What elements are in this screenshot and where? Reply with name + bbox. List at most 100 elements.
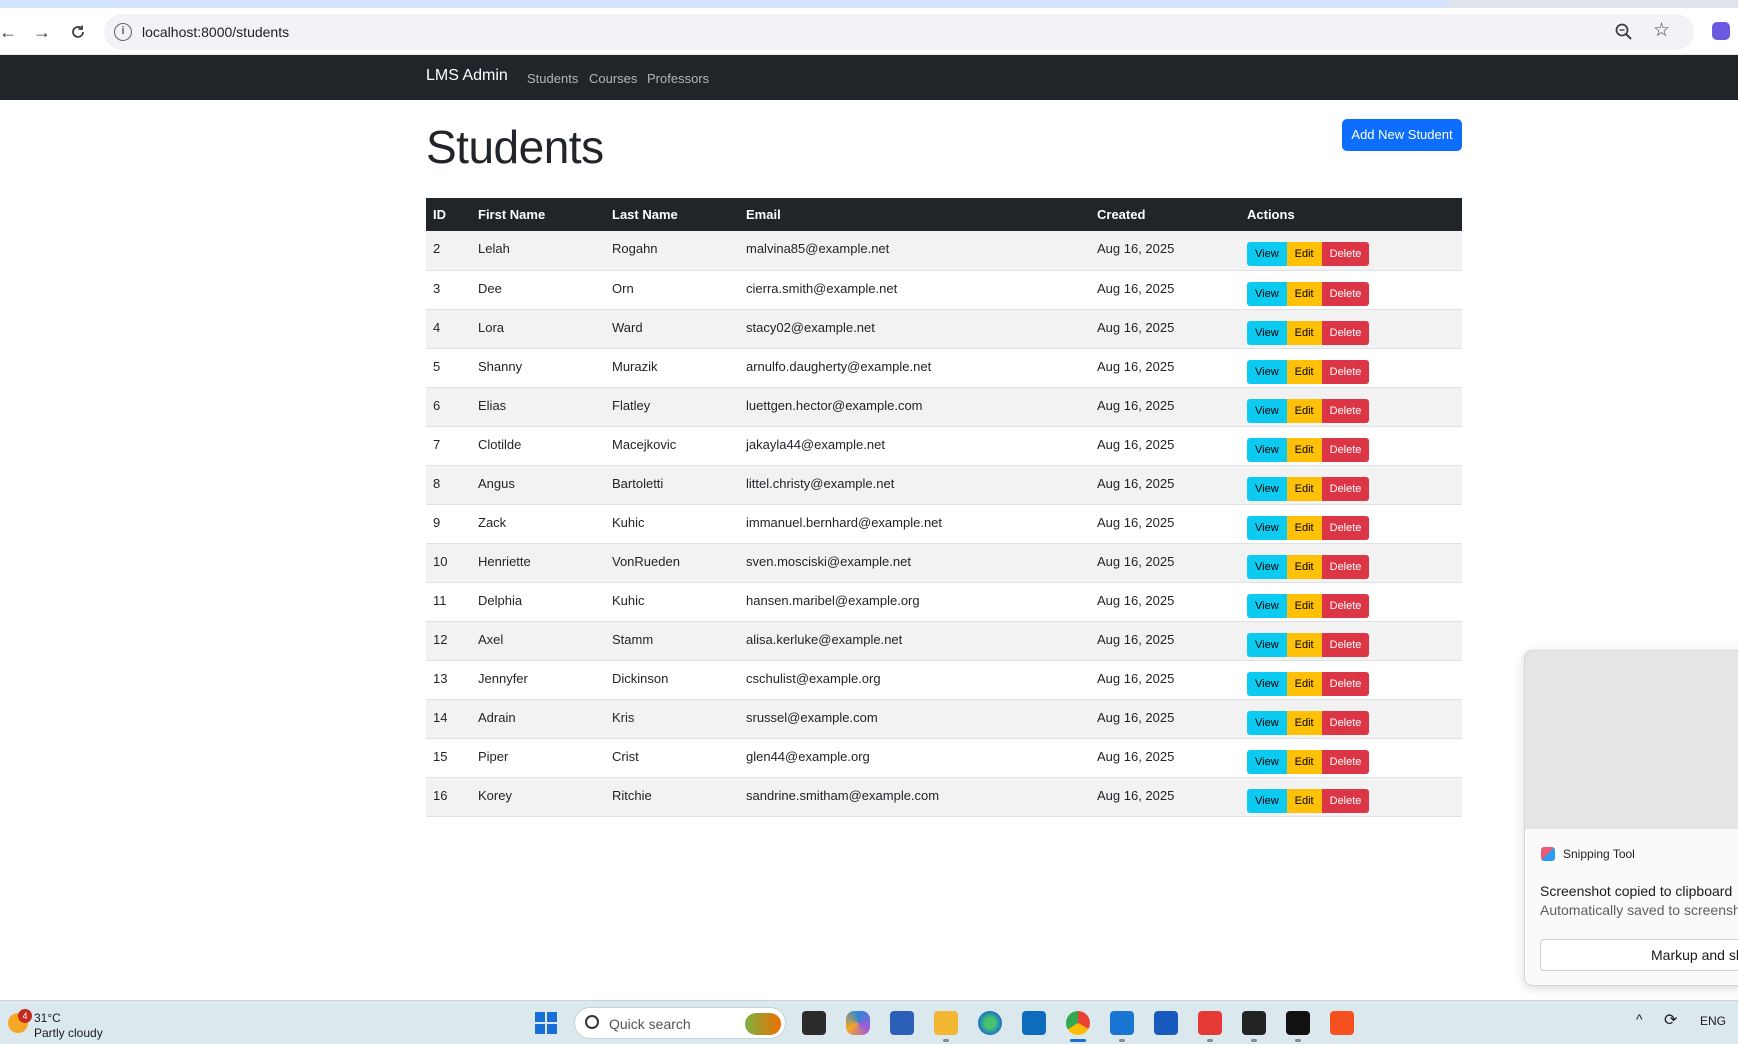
zoom-icon[interactable]: [1614, 22, 1634, 42]
word-icon[interactable]: [1154, 1011, 1178, 1035]
chevron-up-icon[interactable]: ^: [1636, 1011, 1643, 1027]
edit-button[interactable]: Edit: [1286, 476, 1322, 501]
cell-created: Aug 16, 2025: [1090, 270, 1240, 310]
nav-link-professors[interactable]: Professors: [647, 71, 709, 86]
language-indicator[interactable]: ENG: [1700, 1014, 1726, 1028]
cell-first-name: Angus: [471, 465, 605, 505]
edit-button[interactable]: Edit: [1286, 632, 1322, 657]
active-tab[interactable]: [0, 0, 1448, 8]
weather-condition: Partly cloudy: [34, 1026, 103, 1040]
cell-first-name: Dee: [471, 270, 605, 310]
view-button[interactable]: View: [1247, 437, 1287, 462]
view-button[interactable]: View: [1247, 320, 1287, 345]
cell-id: 12: [426, 621, 471, 661]
view-button[interactable]: View: [1247, 593, 1287, 618]
edit-button[interactable]: Edit: [1286, 515, 1322, 540]
delete-button[interactable]: Delete: [1321, 398, 1370, 423]
edit-button[interactable]: Edit: [1286, 554, 1322, 579]
chrome-icon[interactable]: [1066, 1011, 1090, 1035]
back-icon[interactable]: ←: [0, 18, 22, 46]
cursor-app-icon[interactable]: [1286, 1011, 1310, 1035]
view-button[interactable]: View: [1247, 710, 1287, 735]
view-button[interactable]: View: [1247, 398, 1287, 423]
edit-button[interactable]: Edit: [1286, 437, 1322, 462]
edit-button[interactable]: Edit: [1286, 281, 1322, 306]
delete-button[interactable]: Delete: [1321, 788, 1370, 813]
task-view-icon[interactable]: [802, 1011, 826, 1035]
screenshot-preview[interactable]: [1525, 651, 1738, 829]
row-action-group: View Edit Delete: [1247, 359, 1462, 384]
edit-button[interactable]: Edit: [1286, 710, 1322, 735]
store-icon[interactable]: [890, 1011, 914, 1035]
cell-email: malvina85@example.net: [739, 231, 1090, 271]
taskbar-search[interactable]: Quick search: [574, 1007, 786, 1039]
view-button[interactable]: View: [1247, 554, 1287, 579]
view-button[interactable]: View: [1247, 476, 1287, 501]
edit-button[interactable]: Edit: [1286, 749, 1322, 774]
edit-button[interactable]: Edit: [1286, 242, 1322, 266]
delete-button[interactable]: Delete: [1321, 593, 1370, 618]
weather-widget[interactable]: 4 31°C Partly cloudy: [6, 1007, 126, 1041]
xampp-icon[interactable]: [1330, 1011, 1354, 1035]
edit-button[interactable]: Edit: [1286, 671, 1322, 696]
terminal-icon[interactable]: [1242, 1011, 1266, 1035]
delete-button[interactable]: Delete: [1321, 242, 1370, 266]
cell-first-name: Lelah: [471, 231, 605, 271]
edit-button[interactable]: Edit: [1286, 398, 1322, 423]
nav-link-students[interactable]: Students: [527, 71, 578, 86]
add-new-student-button[interactable]: Add New Student: [1342, 119, 1462, 151]
delete-button[interactable]: Delete: [1321, 632, 1370, 657]
view-button[interactable]: View: [1247, 671, 1287, 696]
snipping-tool-notification[interactable]: Snipping Tool Screenshot copied to clipb…: [1524, 650, 1738, 986]
start-button[interactable]: [535, 1012, 557, 1034]
address-url[interactable]: localhost:8000/students: [142, 24, 289, 40]
view-button[interactable]: View: [1247, 749, 1287, 774]
table-row: 9 Zack Kuhic immanuel.bernhard@example.net A…: [426, 504, 1462, 544]
address-bar[interactable]: i localhost:8000/students ☆: [104, 14, 1694, 50]
view-button[interactable]: View: [1247, 359, 1287, 384]
table-row: 11 Delphia Kuhic hansen.maribel@example.org…: [426, 582, 1462, 622]
reload-icon[interactable]: [64, 18, 92, 46]
edit-button[interactable]: Edit: [1286, 593, 1322, 618]
edge-icon[interactable]: [978, 1011, 1002, 1035]
notification-app-name: Snipping Tool: [1563, 847, 1635, 861]
outlook-icon[interactable]: [1022, 1011, 1046, 1035]
table-row: 7 Clotilde Macejkovic jakayla44@example.net…: [426, 426, 1462, 466]
cell-email: arnulfo.daugherty@example.net: [739, 348, 1090, 388]
view-button[interactable]: View: [1247, 788, 1287, 813]
edit-button[interactable]: Edit: [1286, 320, 1322, 345]
extension-icon[interactable]: [1712, 22, 1730, 40]
view-button[interactable]: View: [1247, 281, 1287, 306]
delete-button[interactable]: Delete: [1321, 320, 1370, 345]
notepad-icon[interactable]: [1110, 1011, 1134, 1035]
anydesk-icon[interactable]: [1198, 1011, 1222, 1035]
delete-button[interactable]: Delete: [1321, 281, 1370, 306]
file-explorer-icon[interactable]: [934, 1011, 958, 1035]
sync-icon[interactable]: ⟳: [1664, 1010, 1677, 1030]
copilot-icon[interactable]: [846, 1011, 870, 1035]
cell-email: alisa.kerluke@example.net: [739, 621, 1090, 661]
delete-button[interactable]: Delete: [1321, 749, 1370, 774]
delete-button[interactable]: Delete: [1321, 437, 1370, 462]
delete-button[interactable]: Delete: [1321, 710, 1370, 735]
edit-button[interactable]: Edit: [1286, 788, 1322, 813]
delete-button[interactable]: Delete: [1321, 671, 1370, 696]
view-button[interactable]: View: [1247, 242, 1287, 266]
site-info-icon[interactable]: i: [114, 23, 132, 41]
delete-button[interactable]: Delete: [1321, 359, 1370, 384]
delete-button[interactable]: Delete: [1321, 515, 1370, 540]
bookmark-star-icon[interactable]: ☆: [1653, 19, 1670, 42]
delete-button[interactable]: Delete: [1321, 476, 1370, 501]
edit-button[interactable]: Edit: [1286, 359, 1322, 384]
navbar-brand[interactable]: LMS Admin: [426, 67, 508, 85]
view-button[interactable]: View: [1247, 632, 1287, 657]
forward-icon[interactable]: →: [28, 18, 56, 46]
view-button[interactable]: View: [1247, 515, 1287, 540]
delete-button[interactable]: Delete: [1321, 554, 1370, 579]
row-action-group: View Edit Delete: [1247, 632, 1462, 657]
running-indicator: [1295, 1039, 1301, 1042]
markup-and-share-button[interactable]: Markup and sh: [1540, 939, 1738, 971]
nav-link-courses[interactable]: Courses: [589, 71, 637, 86]
cell-first-name: Axel: [471, 621, 605, 661]
table-row: 5 Shanny Murazik arnulfo.daugherty@example.…: [426, 348, 1462, 388]
